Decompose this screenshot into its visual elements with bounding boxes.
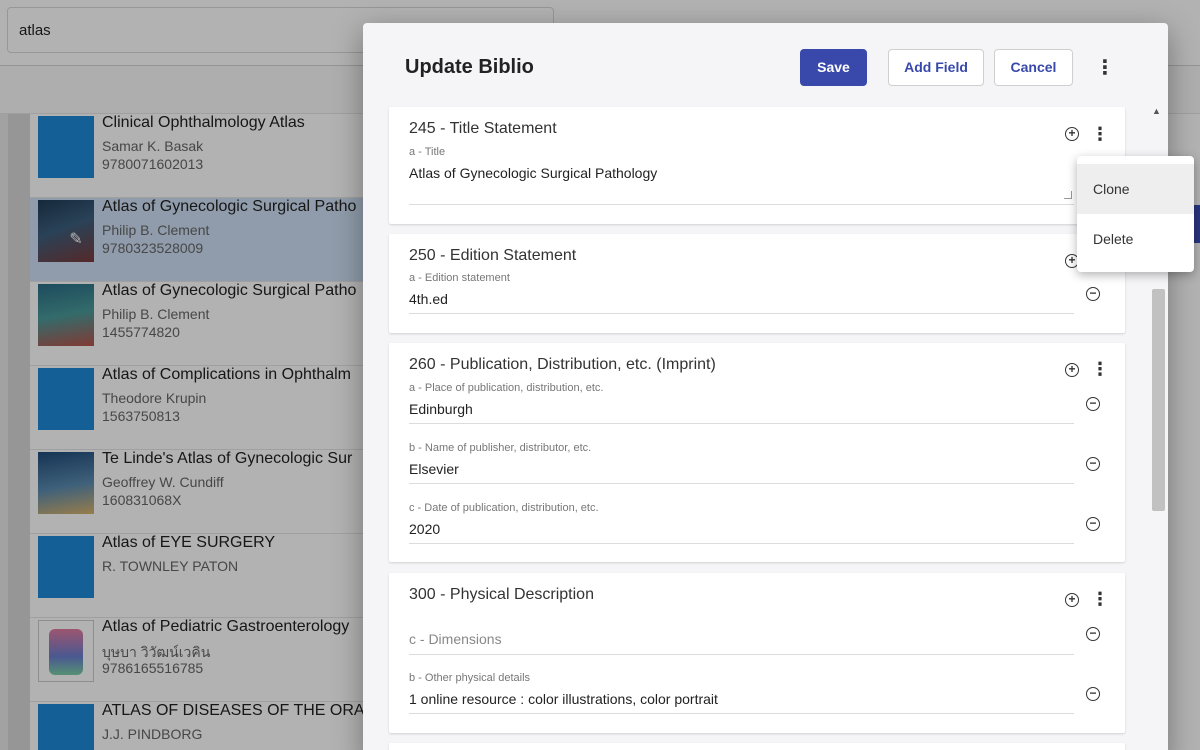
field-card-260: 260 - Publication, Distribution, etc. (I…: [389, 343, 1125, 562]
remove-circle-icon[interactable]: −: [1086, 287, 1100, 301]
input-underline: [409, 313, 1074, 314]
subfield-input[interactable]: Atlas of Gynecologic Surgical Pathology: [409, 165, 657, 181]
add-circle-icon[interactable]: +: [1065, 593, 1079, 607]
remove-circle-icon[interactable]: −: [1086, 517, 1100, 531]
save-button[interactable]: Save: [800, 49, 867, 86]
subfield-label: a - Place of publication, distribution, …: [409, 382, 604, 394]
input-underline: [409, 423, 1074, 424]
update-biblio-dialog: Update Biblio Save Add Field Cancel ⋮ ▲ …: [363, 23, 1168, 750]
more-vert-icon[interactable]: ⋮: [1093, 53, 1117, 83]
remove-circle-icon[interactable]: −: [1086, 687, 1100, 701]
field-card-next: [389, 743, 1125, 750]
field-title: 260 - Publication, Distribution, etc. (I…: [409, 356, 716, 373]
field-card-300: 300 - Physical Description + ⋮ c - Dimen…: [389, 573, 1125, 733]
field-card-245: 245 - Title Statement + ⋮ a - Title Atla…: [389, 107, 1125, 224]
input-underline: [409, 713, 1074, 714]
field-list: 245 - Title Statement + ⋮ a - Title Atla…: [389, 107, 1159, 750]
subfield-input[interactable]: Elsevier: [409, 461, 459, 477]
field-context-menu: Clone Delete: [1077, 156, 1194, 272]
input-underline: [409, 204, 1074, 205]
subfield-input[interactable]: 4th.ed: [409, 291, 448, 307]
input-underline: [409, 543, 1074, 544]
field-title: 250 - Edition Statement: [409, 247, 577, 264]
subfield-input[interactable]: 2020: [409, 521, 440, 537]
field-title: 300 - Physical Description: [409, 586, 594, 603]
input-underline: [409, 483, 1074, 484]
subfield-label: a - Edition statement: [409, 272, 510, 284]
remove-circle-icon[interactable]: −: [1086, 627, 1100, 641]
add-field-button[interactable]: Add Field: [888, 49, 984, 86]
subfield-label: c - Date of publication, distribution, e…: [409, 502, 599, 514]
textarea-resize-handle[interactable]: [1064, 191, 1072, 199]
more-vert-icon[interactable]: ⋮: [1091, 588, 1109, 610]
input-underline: [409, 654, 1074, 655]
subfield-label: b - Other physical details: [409, 672, 531, 684]
subfield-label: b - Name of publisher, distributor, etc.: [409, 442, 592, 454]
delete-menu-item[interactable]: Delete: [1077, 214, 1194, 264]
dialog-title: Update Biblio: [405, 56, 534, 78]
more-vert-icon[interactable]: ⋮: [1091, 358, 1109, 380]
field-card-250: 250 - Edition Statement + a - Edition st…: [389, 234, 1125, 333]
more-vert-icon[interactable]: ⋮: [1091, 123, 1109, 145]
cancel-button[interactable]: Cancel: [994, 49, 1073, 86]
subfield-label: a - Title: [409, 146, 446, 158]
subfield-input[interactable]: 1 online resource : color illustrations,…: [409, 691, 718, 707]
field-title: 245 - Title Statement: [409, 120, 557, 137]
clone-menu-item[interactable]: Clone: [1077, 164, 1194, 214]
subfield-input[interactable]: Edinburgh: [409, 401, 473, 417]
remove-circle-icon[interactable]: −: [1086, 457, 1100, 471]
add-circle-icon[interactable]: +: [1065, 363, 1079, 377]
dimensions-input[interactable]: c - Dimensions: [409, 631, 502, 647]
add-circle-icon[interactable]: +: [1065, 127, 1079, 141]
remove-circle-icon[interactable]: −: [1086, 397, 1100, 411]
